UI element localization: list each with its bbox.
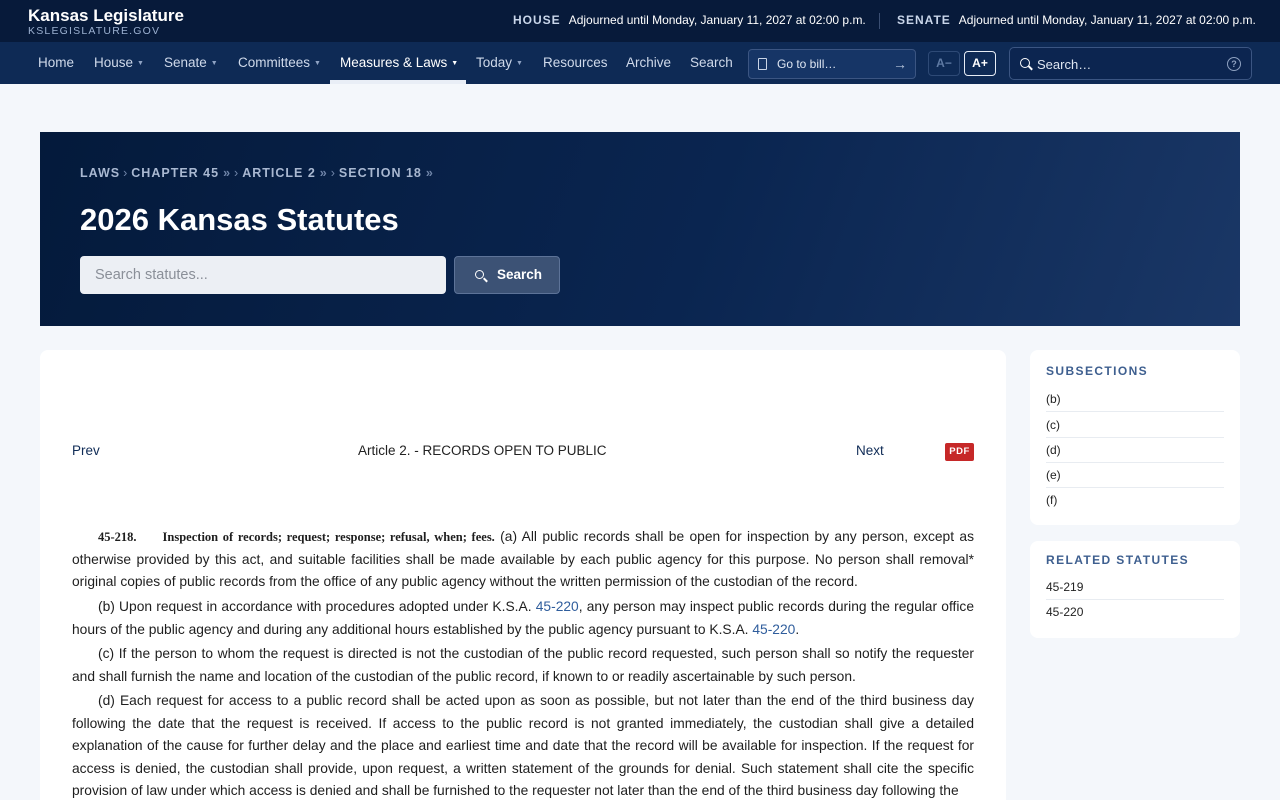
nav-senate[interactable]: Senate ▼ [164, 42, 218, 84]
subsection-link[interactable]: (e) [1046, 463, 1224, 488]
statute-paragraph-a: 45-218. Inspection of records; request; r… [72, 526, 974, 594]
chevron-down-icon: ▼ [137, 60, 144, 67]
statute-search-button[interactable]: Search [454, 256, 560, 294]
paragraph-d-text: (d) Each request for access to a public … [72, 693, 974, 798]
statute-paragraph-c: (c) If the person to whom the request is… [72, 643, 974, 688]
nav-search[interactable]: Search [690, 42, 733, 84]
subsections-title: SUBSECTIONS [1046, 364, 1149, 378]
chevron-down-icon: ▼ [314, 60, 321, 67]
nav-house[interactable]: House ▼ [94, 42, 144, 84]
statute-paragraph-b: (b) Upon request in accordance with proc… [72, 596, 974, 641]
hero-banner: LAWS › CHAPTER 45» › ARTICLE 2» › SECTION 18» … [40, 132, 1240, 326]
statute-link-45-220[interactable]: 45-220 [536, 599, 579, 614]
nav-resources[interactable]: Resources [543, 42, 608, 84]
chevron-double-right-icon: » [223, 166, 232, 180]
nav-committees-label: Committees [238, 55, 311, 70]
top-bar: Kansas Legislature KSLEGISLATURE.GOV HOU… [0, 0, 1280, 42]
chevron-double-right-icon: » [425, 166, 434, 180]
chevron-double-right-icon: » [319, 166, 328, 180]
help-icon[interactable]: ? [1227, 57, 1241, 71]
site-title[interactable]: Kansas Legislature [28, 6, 184, 26]
statute-content: Prev Article 2. - RECORDS OPEN TO PUBLIC… [40, 350, 1006, 800]
nav-today[interactable]: Today ▼ [476, 42, 523, 84]
site-search: ? [1009, 47, 1252, 80]
active-tab-indicator [330, 80, 466, 84]
search-icon [475, 270, 484, 279]
statute-search-input[interactable] [80, 256, 446, 294]
nav-senate-label: Senate [164, 55, 207, 70]
breadcrumb: LAWS › CHAPTER 45» › ARTICLE 2» › SECTION 18» [80, 166, 434, 180]
nav-home-label: Home [38, 55, 75, 70]
site-url: KSLEGISLATURE.GOV [28, 25, 161, 37]
nav-home[interactable]: Home [38, 42, 74, 84]
breadcrumb-article[interactable]: ARTICLE 2 [242, 166, 316, 180]
nav-today-label: Today [476, 55, 513, 70]
site-search-input[interactable] [1037, 54, 1217, 74]
breadcrumb-laws[interactable]: LAWS [80, 166, 120, 180]
paragraph-b-text-3: . [795, 621, 800, 637]
nav-archive[interactable]: Archive [626, 42, 671, 84]
statute-search-button-label: Search [497, 267, 543, 282]
house-status: HOUSE Adjourned until Monday, January 11,… [513, 13, 866, 27]
status-divider [879, 13, 880, 29]
statute-paragraph-d: (d) Each request for access to a public … [72, 690, 974, 800]
pdf-button[interactable]: PDF [945, 443, 974, 461]
breadcrumb-section[interactable]: SECTION 18 [339, 166, 422, 180]
search-icon [1020, 58, 1030, 68]
subsection-link[interactable]: (d) [1046, 438, 1224, 463]
chevron-down-icon: ▼ [516, 60, 523, 67]
breadcrumb-separator: › [330, 166, 336, 180]
font-increase-button[interactable]: A+ [964, 51, 996, 76]
nav-measures-laws[interactable]: Measures & Laws ▼ [340, 42, 458, 84]
related-statute-link[interactable]: 45-219 [1046, 575, 1224, 600]
goto-bill-field[interactable]: Go to bill… → [748, 49, 916, 79]
statute-link-45-220[interactable]: 45-220 [752, 622, 795, 637]
house-status-text: Adjourned until Monday, January 11, 2027… [568, 13, 866, 27]
related-statute-link[interactable]: 45-220 [1046, 600, 1224, 625]
house-label: HOUSE [513, 13, 561, 27]
paragraph-b-text-1: (b) Upon request in accordance with proc… [98, 599, 532, 614]
nav-search-label: Search [690, 55, 733, 70]
section-heading: Inspection of records; request; response… [162, 530, 495, 544]
subsection-link[interactable]: (c) [1046, 413, 1224, 438]
next-link[interactable]: Next [856, 443, 884, 458]
subsection-link[interactable]: (b) [1046, 387, 1224, 412]
nav-resources-label: Resources [543, 55, 608, 70]
nav-archive-label: Archive [626, 55, 672, 70]
senate-status: SENATE Adjourned until Monday, January 11… [897, 13, 1256, 27]
document-icon [758, 58, 767, 70]
chevron-down-icon: ▼ [210, 60, 218, 67]
paragraph-c-text: (c) If the person to whom the request is… [72, 646, 974, 684]
related-statutes-title: RELATED STATUTES [1046, 553, 1190, 567]
nav-house-label: House [94, 55, 134, 70]
subsections-card: SUBSECTIONS (b) (c) (d) (e) (f) [1030, 350, 1240, 525]
breadcrumb-separator: › [123, 166, 129, 180]
senate-label: SENATE [897, 13, 951, 27]
breadcrumb-separator: › [234, 166, 240, 180]
nav-committees[interactable]: Committees ▼ [238, 42, 321, 84]
prev-link[interactable]: Prev [72, 443, 100, 458]
chevron-down-icon: ▼ [451, 60, 459, 67]
section-number: 45-218. [98, 530, 137, 544]
breadcrumb-chapter[interactable]: CHAPTER 45 [131, 166, 219, 180]
goto-bill-placeholder: Go to bill… [777, 57, 837, 71]
font-decrease-button[interactable]: A− [928, 51, 960, 76]
subsection-link[interactable]: (f) [1046, 488, 1224, 513]
article-title: Article 2. - RECORDS OPEN TO PUBLIC [358, 443, 607, 458]
senate-status-text: Adjourned until Monday, January 11, 2027… [958, 13, 1256, 27]
arrow-right-icon[interactable]: → [893, 50, 907, 78]
related-statutes-card: RELATED STATUTES 45-219 45-220 [1030, 541, 1240, 638]
page-title: 2026 Kansas Statutes [80, 202, 399, 237]
nav-measures-laws-label: Measures & Laws [340, 55, 448, 70]
